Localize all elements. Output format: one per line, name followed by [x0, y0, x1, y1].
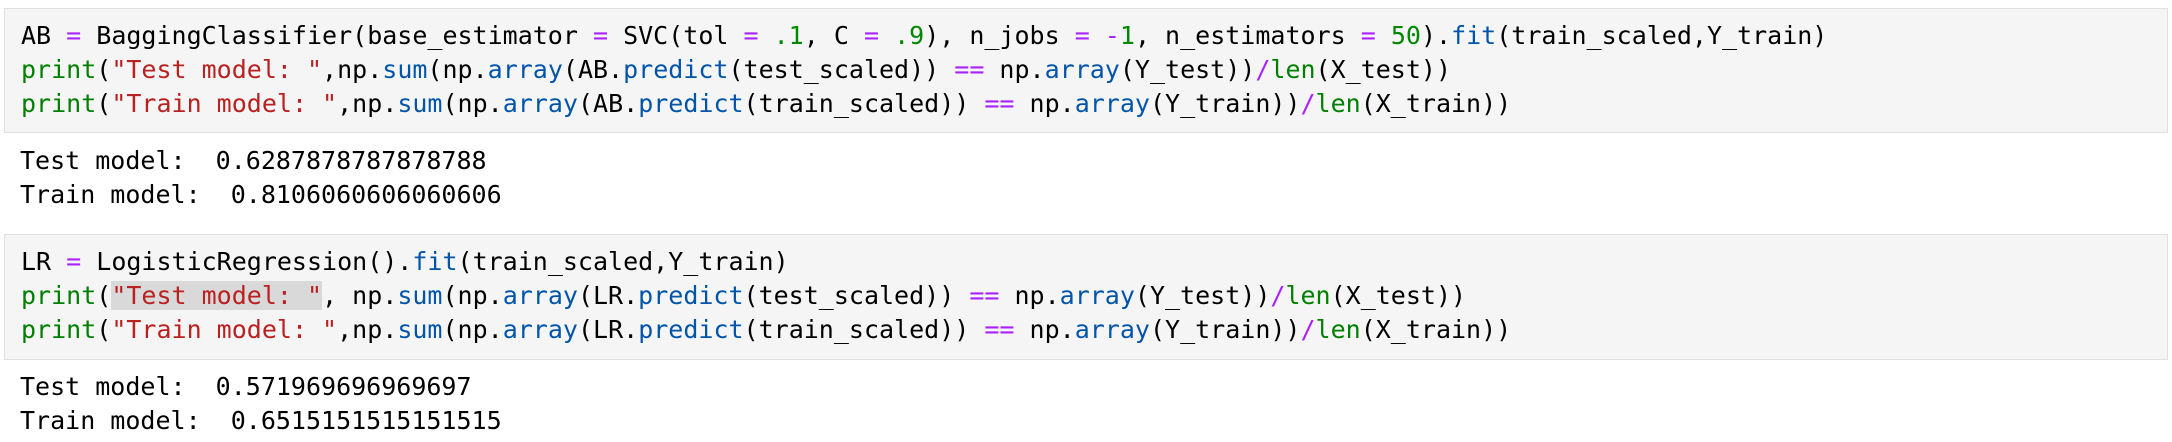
code-line: print("Train model: ",np.sum(np.array(LR… — [21, 315, 1512, 344]
output-line: Test model: 0.571969696969697 — [20, 372, 472, 401]
code-line: print("Test model: ", np.sum(np.array(LR… — [21, 281, 1467, 310]
output-line: Test model: 0.6287878787878788 — [20, 146, 487, 175]
output-line: Train model: 0.8106060606060606 — [20, 180, 502, 209]
code-cell-2-output: Test model: 0.571969696969697 Train mode… — [20, 370, 2160, 438]
code-cell-2-input[interactable]: LR = LogisticRegression().fit(train_scal… — [4, 234, 2168, 360]
code-cell-1-input[interactable]: AB = BaggingClassifier(base_estimator = … — [4, 8, 2168, 133]
selected-text[interactable]: "Test model: " — [111, 281, 323, 310]
code-cell-1-output: Test model: 0.6287878787878788 Train mod… — [20, 144, 2160, 212]
output-line: Train model: 0.6515151515151515 — [20, 406, 502, 435]
code-line: LR = LogisticRegression().fit(train_scal… — [21, 247, 789, 276]
code-line: print("Train model: ",np.sum(np.array(AB… — [21, 89, 1512, 118]
code-line: AB = BaggingClassifier(base_estimator = … — [21, 21, 1828, 50]
code-line: print("Test model: ",np.sum(np.array(AB.… — [21, 55, 1452, 84]
